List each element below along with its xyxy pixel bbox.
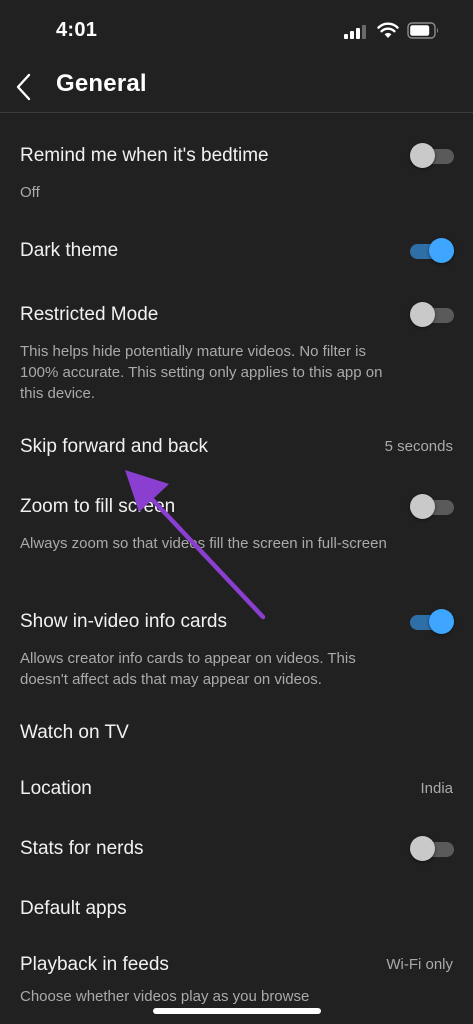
- setting-restricted-mode-desc: This helps hide potentially mature video…: [20, 343, 383, 402]
- battery-icon: [407, 22, 438, 39]
- setting-stats-for-nerds[interactable]: Stats for nerds: [0, 826, 473, 874]
- setting-info-cards-desc: Allows creator info cards to appear on v…: [20, 650, 356, 688]
- stats-for-nerds-toggle[interactable]: [410, 835, 454, 863]
- setting-watch-on-tv[interactable]: Watch on TV: [0, 710, 473, 758]
- annotation-arrow-icon: [125, 470, 266, 620]
- setting-restricted-mode[interactable]: Restricted Mode This helps hide potentia…: [0, 292, 473, 407]
- app-header: General: [0, 62, 473, 113]
- setting-default-apps[interactable]: Default apps: [0, 886, 473, 934]
- setting-playback-desc: Choose whether videos play as you browse: [20, 988, 310, 1005]
- setting-location[interactable]: Location India: [0, 766, 473, 814]
- setting-location-title: Location: [20, 778, 92, 799]
- zoom-fill-toggle[interactable]: [410, 493, 454, 521]
- back-arrow-icon[interactable]: [10, 66, 46, 106]
- setting-skip-value: 5 seconds: [384, 438, 453, 455]
- setting-bedtime-desc: Off: [20, 184, 40, 201]
- status-bar: 4:01: [0, 0, 473, 62]
- setting-stats-title: Stats for nerds: [20, 838, 144, 859]
- setting-location-value: India: [420, 780, 453, 797]
- cellular-signal-icon: [344, 24, 370, 39]
- home-indicator[interactable]: [153, 1008, 321, 1014]
- setting-playback-title: Playback in feeds: [20, 954, 169, 975]
- setting-bedtime[interactable]: Remind me when it's bedtime Off: [0, 133, 473, 213]
- setting-bedtime-title: Remind me when it's bedtime: [20, 145, 269, 166]
- bedtime-toggle[interactable]: [410, 142, 454, 170]
- wifi-icon: [377, 22, 399, 38]
- setting-playback-in-feeds[interactable]: Playback in feeds Wi-Fi only Choose whet…: [0, 942, 473, 1012]
- setting-restricted-mode-title: Restricted Mode: [20, 304, 159, 325]
- setting-playback-value: Wi-Fi only: [386, 956, 453, 973]
- status-time: 4:01: [56, 19, 98, 41]
- page-title: General: [56, 70, 147, 97]
- setting-default-apps-title: Default apps: [20, 898, 127, 919]
- setting-skip-title: Skip forward and back: [20, 436, 208, 457]
- restricted-mode-toggle[interactable]: [410, 301, 454, 329]
- setting-dark-theme[interactable]: Dark theme: [0, 228, 473, 276]
- info-cards-toggle[interactable]: [410, 608, 454, 636]
- dark-theme-toggle[interactable]: [410, 237, 454, 265]
- setting-dark-theme-title: Dark theme: [20, 240, 119, 261]
- setting-watch-on-tv-title: Watch on TV: [20, 722, 129, 743]
